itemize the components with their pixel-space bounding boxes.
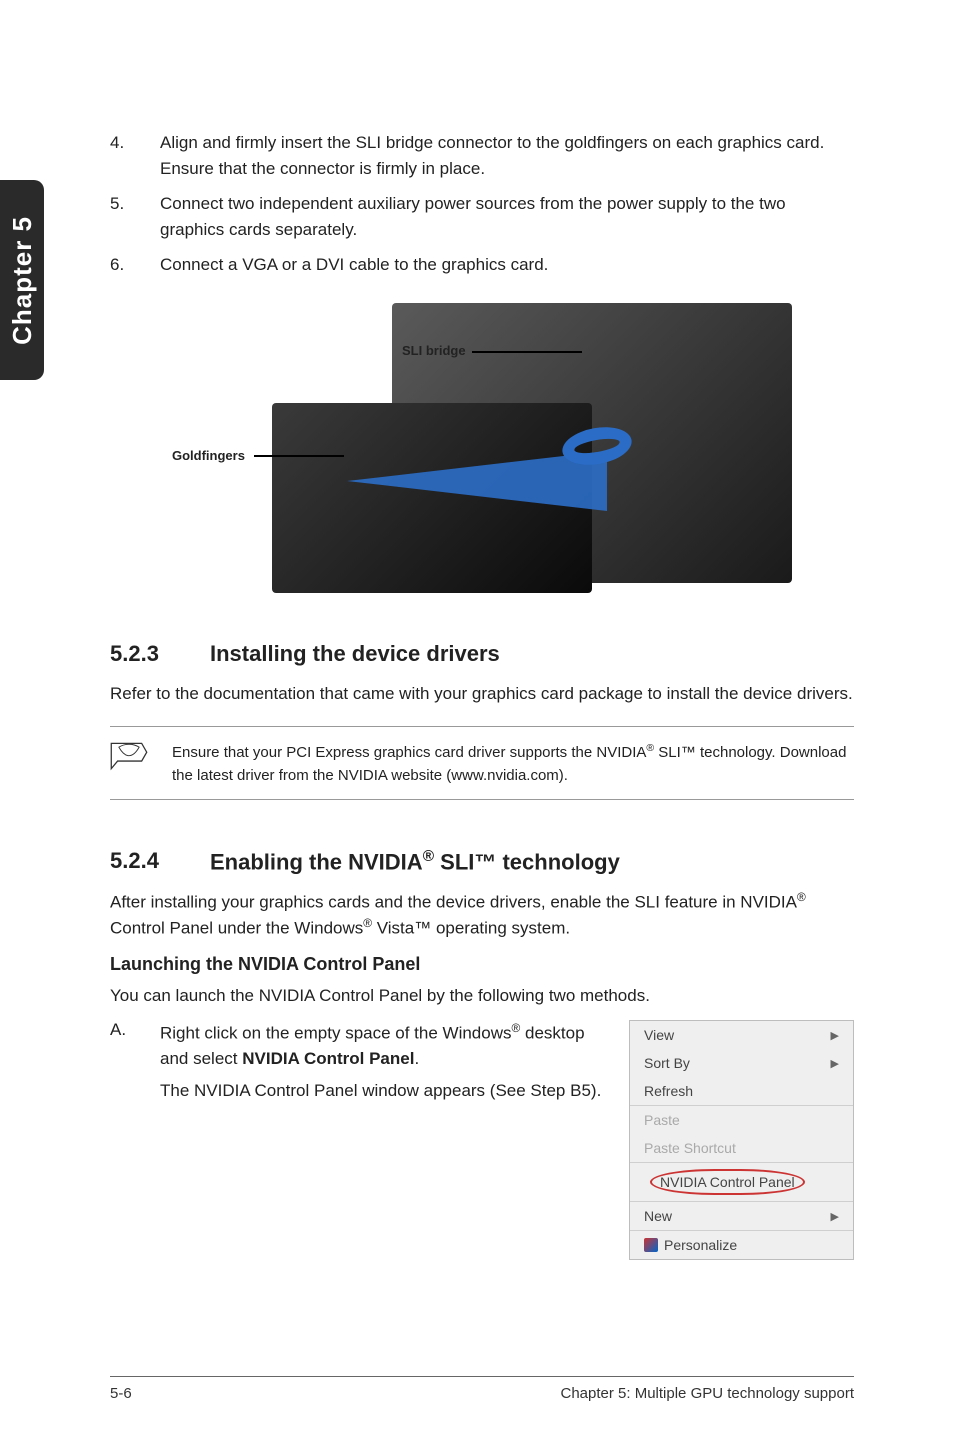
personalize-icon bbox=[644, 1238, 658, 1252]
menu-label: Personalize bbox=[664, 1237, 737, 1253]
section-title: Enabling the NVIDIA® SLI™ technology bbox=[210, 848, 620, 875]
section-523-heading: 5.2.3 Installing the device drivers bbox=[110, 641, 854, 667]
menu-item-view[interactable]: View ▶ bbox=[630, 1021, 853, 1049]
menu-label: NVIDIA Control Panel bbox=[660, 1174, 795, 1190]
menu-label: Paste bbox=[644, 1112, 680, 1128]
step-a-line1: Right click on the empty space of the Wi… bbox=[160, 1020, 604, 1072]
chapter-tab-label: Chapter 5 bbox=[7, 216, 38, 345]
desktop-context-menu: View ▶ Sort By ▶ Refresh Paste Paste Sho… bbox=[629, 1020, 854, 1260]
step-text: Align and firmly insert the SLI bridge c… bbox=[160, 130, 854, 181]
menu-item-refresh[interactable]: Refresh bbox=[630, 1077, 853, 1105]
menu-label: View bbox=[644, 1027, 674, 1043]
sli-bridge-label: SLI bridge bbox=[402, 343, 466, 358]
menu-item-sort-by[interactable]: Sort By ▶ bbox=[630, 1049, 853, 1077]
menu-label: Sort By bbox=[644, 1055, 690, 1071]
chapter-tab: Chapter 5 bbox=[0, 180, 44, 380]
menu-item-personalize[interactable]: Personalize bbox=[630, 1231, 853, 1259]
submenu-arrow-icon: ▶ bbox=[831, 1029, 839, 1042]
step-text: Connect two independent auxiliary power … bbox=[160, 191, 854, 242]
page-footer: 5-6 Chapter 5: Multiple GPU technology s… bbox=[110, 1376, 854, 1402]
page-number: 5-6 bbox=[110, 1385, 132, 1402]
menu-label: New bbox=[644, 1208, 672, 1224]
chapter-footer-title: Chapter 5: Multiple GPU technology suppo… bbox=[561, 1385, 855, 1402]
menu-item-paste: Paste bbox=[630, 1106, 853, 1134]
callout-line bbox=[472, 351, 582, 353]
step-letter: A. bbox=[110, 1020, 150, 1103]
note-box: Ensure that your PCI Express graphics ca… bbox=[110, 726, 854, 800]
launching-subheading: Launching the NVIDIA Control Panel bbox=[110, 954, 854, 975]
step-number: 5. bbox=[110, 191, 160, 242]
menu-label: Refresh bbox=[644, 1083, 693, 1099]
callout-line bbox=[254, 455, 344, 457]
install-step-4: 4. Align and firmly insert the SLI bridg… bbox=[110, 130, 854, 181]
install-steps-list: 4. Align and firmly insert the SLI bridg… bbox=[110, 130, 854, 278]
note-icon bbox=[110, 741, 152, 787]
section-number: 5.2.4 bbox=[110, 848, 210, 875]
menu-item-nvidia-control-panel[interactable]: NVIDIA Control Panel bbox=[636, 1163, 847, 1201]
step-text: Connect a VGA or a DVI cable to the grap… bbox=[160, 252, 854, 278]
launching-intro: You can launch the NVIDIA Control Panel … bbox=[110, 983, 854, 1009]
install-step-5: 5. Connect two independent auxiliary pow… bbox=[110, 191, 854, 242]
section-number: 5.2.3 bbox=[110, 641, 210, 667]
menu-item-new[interactable]: New ▶ bbox=[630, 1202, 853, 1230]
sli-bridge-figure: SLI bridge Goldfingers bbox=[172, 303, 792, 593]
step-a: A. Right click on the empty space of the… bbox=[110, 1020, 604, 1103]
submenu-arrow-icon: ▶ bbox=[831, 1210, 839, 1223]
menu-label: Paste Shortcut bbox=[644, 1140, 736, 1156]
step-number: 4. bbox=[110, 130, 160, 181]
note-text: Ensure that your PCI Express graphics ca… bbox=[172, 741, 854, 787]
install-step-6: 6. Connect a VGA or a DVI cable to the g… bbox=[110, 252, 854, 278]
section-524-intro: After installing your graphics cards and… bbox=[110, 889, 854, 941]
highlight-oval: NVIDIA Control Panel bbox=[650, 1169, 805, 1195]
section-title: Installing the device drivers bbox=[210, 641, 500, 667]
section-524-heading: 5.2.4 Enabling the NVIDIA® SLI™ technolo… bbox=[110, 848, 854, 875]
step-a-line2: The NVIDIA Control Panel window appears … bbox=[160, 1078, 604, 1104]
goldfingers-label: Goldfingers bbox=[172, 448, 245, 463]
menu-item-paste-shortcut: Paste Shortcut bbox=[630, 1134, 853, 1162]
step-number: 6. bbox=[110, 252, 160, 278]
submenu-arrow-icon: ▶ bbox=[831, 1057, 839, 1070]
section-523-intro: Refer to the documentation that came wit… bbox=[110, 681, 854, 707]
